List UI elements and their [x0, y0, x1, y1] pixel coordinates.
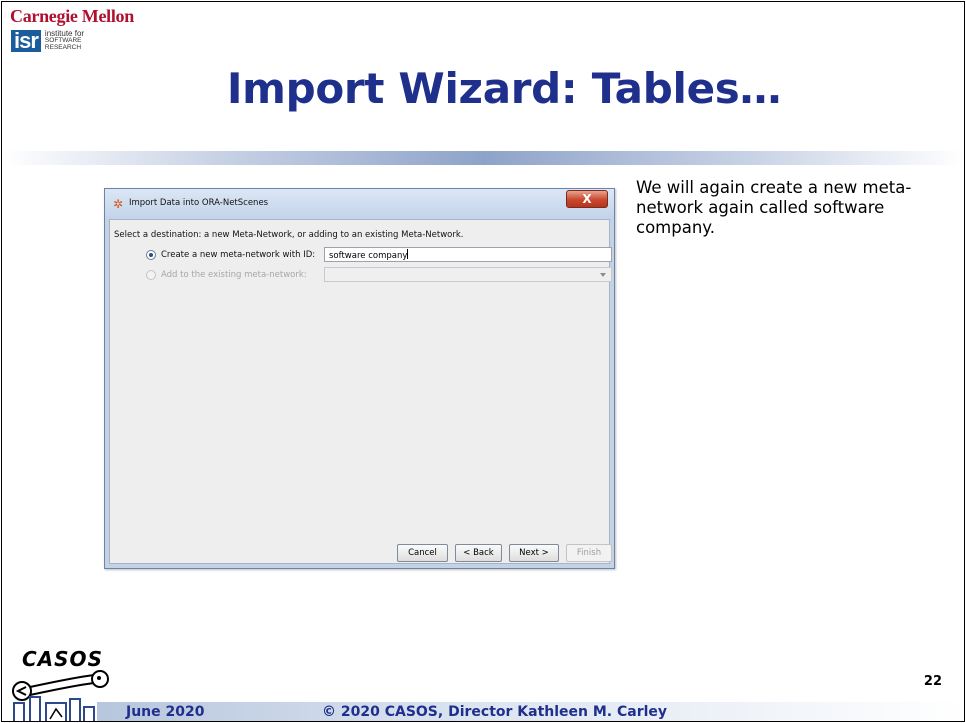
isr-line-3: RESEARCH	[44, 43, 82, 51]
cancel-button[interactable]: Cancel	[397, 544, 448, 562]
option-new-meta-network[interactable]: Create a new meta-network with ID:	[146, 247, 315, 263]
meta-network-id-value: software company	[329, 251, 408, 261]
next-button[interactable]: Next >	[509, 544, 559, 562]
option-existing-meta-network[interactable]: Add to the existing meta-network:	[146, 267, 307, 283]
close-icon: X	[582, 192, 592, 206]
text-caret	[407, 249, 409, 259]
casos-logo: CASOS	[8, 647, 118, 721]
next-label: Next >	[519, 548, 549, 558]
carnegie-mellon-logo: Carnegie Mellon	[10, 6, 134, 26]
dialog-titlebar[interactable]: ✲ Import Data into ORA-NetScenes X	[105, 189, 614, 219]
page-number: 22	[923, 674, 942, 689]
import-dialog: ✲ Import Data into ORA-NetScenes X Selec…	[104, 188, 615, 569]
meta-network-id-input[interactable]: software company	[324, 247, 612, 262]
isr-logo: isr institute for SOFTWARE RESEARCH	[11, 30, 84, 54]
back-button[interactable]: < Back	[455, 544, 502, 562]
isr-logo-text: institute for SOFTWARE RESEARCH	[45, 30, 84, 51]
option-existing-label: Add to the existing meta-network:	[161, 270, 307, 280]
casos-logo-graphic	[12, 670, 109, 721]
back-label: < Back	[463, 548, 494, 558]
dialog-title: Import Data into ORA-NetScenes	[129, 198, 269, 208]
ora-network-icon: ✲	[113, 197, 124, 211]
footer-copyright: © 2020 CASOS, Director Kathleen M. Carle…	[322, 704, 668, 720]
slide-note: We will again create a new meta-network …	[636, 178, 912, 237]
option-new-label: Create a new meta-network with ID:	[161, 250, 316, 260]
dialog-body: Select a destination: a new Meta-Network…	[109, 219, 612, 564]
slide: Carnegie Mellon isr institute for SOFTWA…	[1, 1, 965, 722]
footer-date: June 2020	[126, 704, 205, 720]
destination-prompt: Select a destination: a new Meta-Network…	[114, 230, 464, 240]
existing-meta-network-select[interactable]	[324, 267, 612, 282]
title-divider	[2, 151, 964, 165]
radio-new-meta-network[interactable]	[146, 250, 156, 260]
slide-title: Import Wizard: Tables…	[226, 64, 782, 113]
finish-button[interactable]: Finish	[566, 544, 612, 562]
chevron-down-icon	[600, 273, 606, 277]
isr-mark: isr	[11, 30, 41, 52]
radio-existing-meta-network[interactable]	[146, 270, 156, 280]
close-button[interactable]: X	[566, 190, 608, 208]
finish-label: Finish	[576, 548, 602, 558]
cancel-label: Cancel	[408, 548, 437, 558]
